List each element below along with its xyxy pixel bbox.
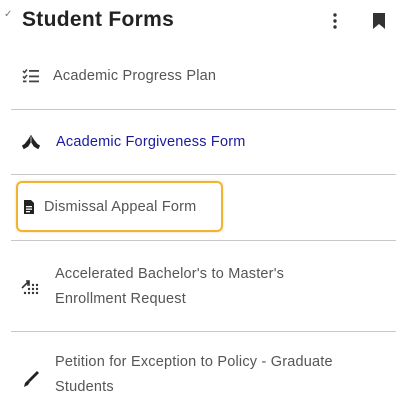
divider: [11, 240, 396, 241]
student-forms-panel: ✓ Student Forms Academic Progress Plan A…: [0, 0, 396, 393]
form-item-label: Dismissal Appeal Form: [44, 198, 197, 215]
divider: [11, 331, 396, 332]
form-item-accelerated-bachelors-to-masters[interactable]: Accelerated Bachelor's to Master's Enrol…: [11, 260, 396, 314]
divider: [11, 109, 396, 110]
label-line-1: Accelerated Bachelor's to Master's: [55, 266, 285, 282]
panel-title: Student Forms: [22, 8, 175, 31]
form-item-academic-progress-plan[interactable]: Academic Progress Plan: [11, 62, 396, 90]
label-line-1: Petition for Exception to Policy - Gradu…: [55, 354, 333, 370]
form-item-academic-forgiveness-form[interactable]: Academic Forgiveness Form: [11, 128, 396, 156]
form-item-label: Accelerated Bachelor's to Master's Enrol…: [55, 262, 284, 312]
label-line-2: Enrollment Request: [55, 291, 186, 307]
collapse-chevron-icon[interactable]: ✓: [4, 10, 12, 20]
pen-icon: [21, 369, 41, 389]
document-icon: [22, 198, 36, 216]
more-options-icon[interactable]: [327, 11, 343, 31]
form-item-label: Academic Progress Plan: [53, 67, 217, 84]
form-item-label: Petition for Exception to Policy - Gradu…: [55, 350, 333, 393]
form-item-dismissal-appeal-form[interactable]: Dismissal Appeal Form: [16, 181, 223, 232]
form-item-label: Academic Forgiveness Form: [56, 133, 246, 150]
praying-hands-icon: [21, 132, 41, 152]
panel-header: ✓ Student Forms: [0, 0, 396, 42]
form-item-petition-for-exception-graduate[interactable]: Petition for Exception to Policy - Gradu…: [11, 350, 396, 393]
checklist-icon: [21, 66, 41, 86]
fast-forward-grid-icon: [21, 277, 41, 297]
label-line-2: Students: [55, 379, 114, 393]
divider: [11, 174, 396, 175]
bookmark-icon[interactable]: [372, 12, 386, 30]
